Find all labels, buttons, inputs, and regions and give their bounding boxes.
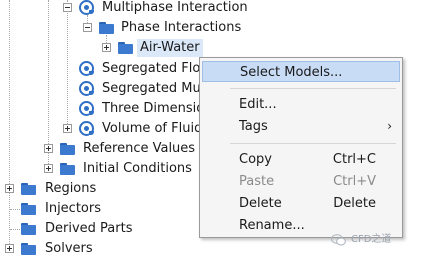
tree-item-segregated-flow[interactable]: Segregated Flow [0, 59, 200, 79]
model-icon [79, 81, 95, 96]
expand-icon[interactable] [102, 43, 111, 52]
folder-icon [21, 183, 36, 195]
tree-item-label: Regions [45, 181, 97, 196]
watermark: CFD之道 [331, 231, 431, 249]
tree-item-label: Volume of Fluid [102, 121, 200, 136]
tree-item-label: Derived Parts [45, 221, 133, 236]
tree-item-label: Phase Interactions [121, 20, 242, 35]
menu-item-label: Delete [239, 196, 282, 211]
folder-icon [60, 163, 75, 175]
menu-item-shortcut: Ctrl+C [332, 152, 376, 167]
folder-icon [99, 22, 114, 34]
folder-icon [21, 203, 36, 215]
expand-icon[interactable] [44, 164, 53, 173]
menu-item-tags[interactable]: Tags › [202, 116, 400, 137]
model-icon [79, 61, 95, 76]
menu-separator [230, 88, 396, 89]
expand-icon[interactable] [63, 124, 72, 133]
folder-icon [118, 42, 133, 54]
expand-icon[interactable] [5, 244, 14, 253]
tree-item-label: Injectors [45, 201, 101, 216]
menu-separator [230, 143, 396, 144]
tree-item-phase-interactions[interactable]: Phase Interactions [0, 18, 300, 38]
tree-item-derived-parts[interactable]: Derived Parts [0, 219, 200, 239]
menu-item-delete[interactable]: Delete Delete [202, 193, 400, 214]
menu-item-copy[interactable]: Copy Ctrl+C [202, 149, 400, 170]
folder-icon [60, 143, 75, 155]
tree-item-multiphase-interaction[interactable]: Multiphase Interaction [0, 0, 300, 18]
tree-item-injectors[interactable]: Injectors [0, 199, 200, 219]
menu-item-label: Select Models... [240, 65, 343, 80]
model-icon [79, 0, 95, 15]
tree-item-reference-values[interactable]: Reference Values [0, 139, 200, 159]
tree-item-label: Air-Water [137, 39, 203, 57]
watermark-text: CFD之道 [351, 234, 392, 245]
tree-item-initial-conditions[interactable]: Initial Conditions [0, 159, 200, 179]
folder-icon [21, 223, 36, 235]
tree-item-label: Segregated Flow [102, 61, 200, 76]
wechat-icon [331, 234, 346, 246]
collapse-icon[interactable] [83, 23, 92, 32]
folder-icon [21, 243, 36, 255]
menu-item-label: Tags [239, 119, 268, 134]
tree-item-segregated-multiphase[interactable]: Segregated Mul [0, 79, 200, 99]
tree-item-air-water[interactable]: Air-Water [0, 38, 300, 58]
tree-item-label: Segregated Mul [102, 81, 200, 96]
tree-guide-line [10, 209, 20, 210]
menu-item-edit[interactable]: Edit... [202, 94, 400, 115]
menu-item-label: Copy [239, 152, 272, 167]
tree-guide-line [10, 229, 20, 230]
tree-item-label: Multiphase Interaction [102, 0, 248, 15]
menu-item-label: Paste [239, 174, 275, 189]
tree-item-label: Solvers [45, 241, 93, 256]
tree-item-solvers[interactable]: Solvers [0, 239, 200, 259]
expand-icon[interactable] [5, 184, 14, 193]
tree-item-regions[interactable]: Regions [0, 179, 200, 199]
tree-item-label: Reference Values [83, 141, 196, 156]
menu-item-paste[interactable]: Paste Ctrl+V [202, 171, 400, 192]
menu-item-label: Edit... [239, 97, 277, 112]
tree-item-label: Three Dimension [102, 101, 200, 116]
menu-item-label: Rename... [239, 218, 305, 233]
tree-item-volume-of-fluid[interactable]: Volume of Fluid [0, 119, 200, 139]
collapse-icon[interactable] [63, 3, 72, 12]
model-icon [79, 121, 95, 136]
menu-item-select-models[interactable]: Select Models... [202, 61, 400, 82]
menu-item-shortcut: Delete [333, 196, 376, 211]
submenu-arrow-icon: › [387, 119, 392, 133]
tree-item-label: Initial Conditions [83, 161, 192, 176]
expand-icon[interactable] [44, 144, 53, 153]
menu-item-shortcut: Ctrl+V [333, 174, 376, 189]
model-icon [79, 101, 95, 116]
context-menu: Select Models... Edit... Tags › Copy Ctr… [199, 57, 403, 238]
tree-item-three-dimensional[interactable]: Three Dimension [0, 99, 200, 119]
